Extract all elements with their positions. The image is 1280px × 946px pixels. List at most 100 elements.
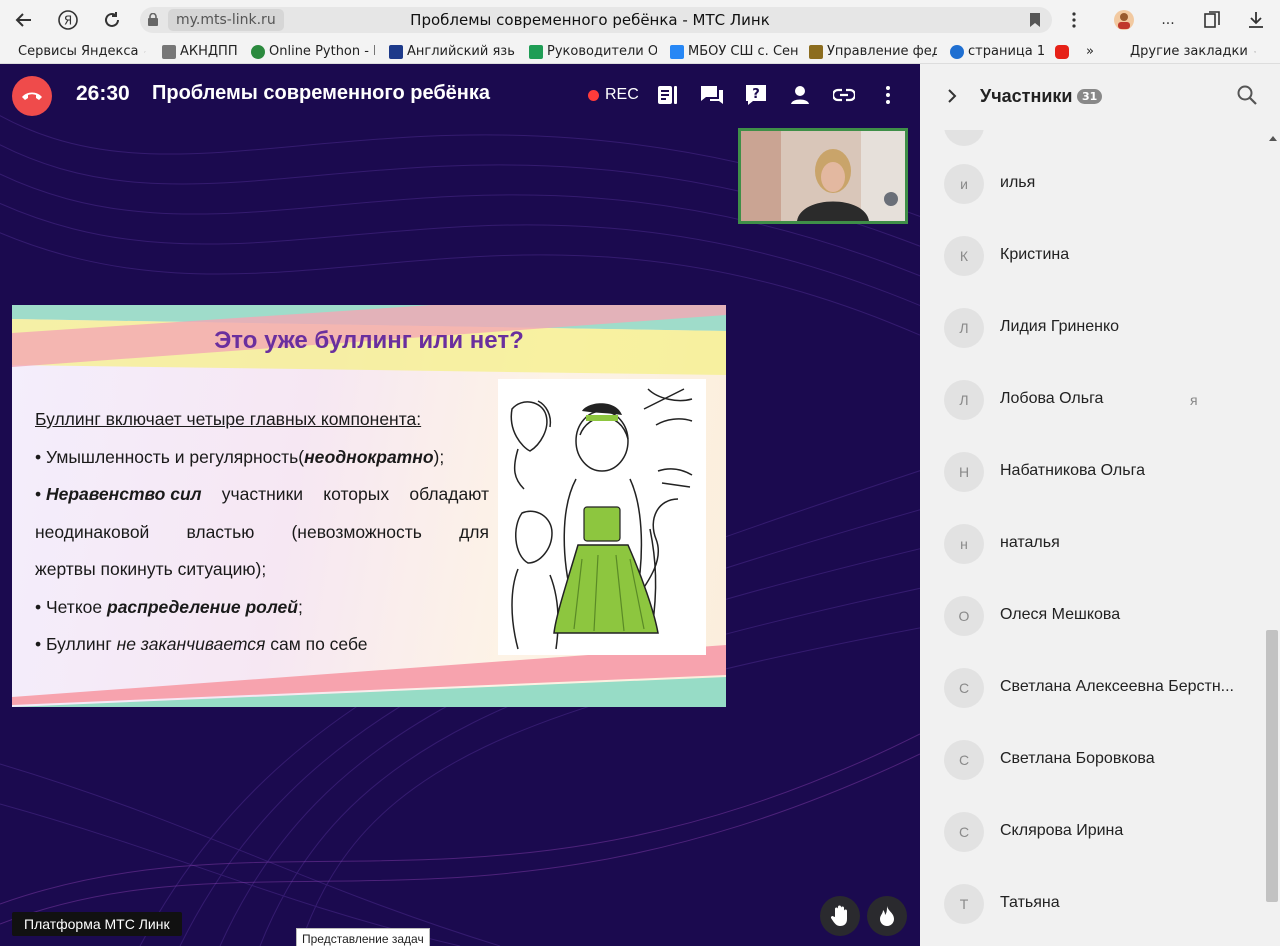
bullet-2-line-2: неодинаковой властью (невозможность для [35,514,489,552]
bookmark-yandex-services[interactable]: Сервисы Яндекса [18,43,146,61]
bookmark-managers[interactable]: Руководители ОС [529,43,657,61]
record-dot-icon [588,89,599,101]
speaker-video[interactable] [738,128,908,224]
presentation-slide: Это уже буллинг или нет? Буллинг включае… [12,305,726,707]
uk-flag-icon [389,45,403,59]
participant-count-badge: 31 [1077,89,1103,104]
other-bookmarks[interactable]: Другие закладки [1130,43,1256,61]
youtube-bookmark[interactable] [1055,43,1071,61]
vk-icon [670,45,684,59]
bullet-1-text: • Умышленность и регулярность( [35,446,305,467]
collections-button[interactable] [1200,8,1224,32]
participants-scrollbar[interactable] [1266,130,1280,946]
avatar [944,130,984,146]
recording-badge[interactable]: REC [588,86,639,104]
reload-button[interactable] [98,6,126,34]
participant-name: Лидия Гриненко [1000,318,1120,335]
reactions-button[interactable] [867,896,907,936]
questions-button[interactable]: ? [743,82,769,108]
lock-icon [148,13,158,26]
browser-menu-button[interactable] [1062,8,1086,32]
search-icon[interactable] [1236,84,1258,106]
bookmark-label: страница 18 [968,44,1044,59]
participant-name: Светлана Алексеевна Берстн... [1000,678,1234,695]
bookmark-akndpp[interactable]: АКНДПП [162,43,244,61]
list-item[interactable]: С Светлана Алексеевна Берстн... [920,652,1266,724]
chevron-right-icon[interactable] [944,86,960,106]
participant-name: наталья [1000,534,1060,551]
more-options-button[interactable] [875,82,901,108]
yandex-button[interactable]: Я [54,6,82,34]
bookmarks-overflow-button[interactable]: » [1086,43,1100,61]
chat-button[interactable] [699,82,725,108]
bullet-2-marker: • [35,484,46,504]
list-item[interactable]: Т Татьяна [920,868,1266,940]
reload-icon [105,12,119,27]
participant-name: Кристина [1000,246,1070,263]
list-item[interactable]: О Олеся Мешкова [920,580,1266,652]
session-timer: 26:30 [76,82,130,105]
bookmark-school[interactable]: МБОУ СШ с. Сенц [670,43,798,61]
bullet-2-word: для [459,521,489,542]
speaker-video-frame [741,131,905,221]
avatar-icon [1114,10,1134,30]
bullet-2-line-3: жертвы покинуть ситуацию); [35,559,267,579]
chat-icon [701,86,723,104]
bookmark-online-python[interactable]: Online Python - ID [251,43,375,61]
participants-list[interactable]: и илья К Кристина Л Лидия Гриненко Л Лоб… [920,130,1266,946]
raise-hand-button[interactable] [820,896,860,936]
list-item[interactable]: Л Лобова Ольга я [920,364,1266,436]
svg-text:?: ? [752,87,760,102]
bullet-1-emphasis: неоднократно [304,446,434,467]
illustration-drawing [510,388,693,650]
downloads-button[interactable] [1244,8,1268,32]
bookmark-label: АКНДПП [180,44,238,59]
bullet-2-word: (невозможность [291,521,422,542]
participant-name: илья [1000,174,1036,191]
bookmark-icon[interactable] [1030,13,1040,27]
scrollbar-thumb[interactable] [1266,630,1278,902]
bullet-2-word: обладают [409,484,489,504]
list-item[interactable]: С Светлана Боровкова [920,724,1266,796]
list-item[interactable]: Н Набатникова Ольга [920,436,1266,508]
bookmark-federal-office[interactable]: Управление феде [809,43,937,61]
avatar: С [944,668,984,708]
bullet-3-text: • Четкое [35,596,107,617]
bullet-1: • Умышленность и регулярность(неоднократ… [35,439,489,477]
avatar: Л [944,308,984,348]
more-extensions-button[interactable]: ... [1156,8,1180,32]
list-item[interactable]: К Кристина [920,220,1266,292]
bookmark-label: Сервисы Яндекса [18,44,139,59]
participant-name: Татьяна [1000,894,1060,911]
url-host[interactable]: my.mts-link.ru [168,9,284,31]
list-item[interactable]: С Склярова Ирина [920,796,1266,868]
bookmarks-bar: Сервисы Яндекса АКНДПП Online Python - I… [0,40,1280,64]
participants-button[interactable] [787,82,813,108]
profile-avatar-button[interactable] [1112,8,1136,32]
list-item[interactable]: и илья [920,148,1266,220]
bullet-2-emphasis: Неравенство сил [46,484,202,504]
participant-name: Лобова Ольга [1000,390,1104,407]
participant-name: Светлана Боровкова [1000,750,1155,767]
list-item[interactable]: н наталья [920,508,1266,580]
bullet-2-word: неодинаковой [35,521,150,542]
youtube-icon [1055,45,1069,59]
document-list-icon [658,86,677,104]
bookmark-page-18[interactable]: страница 18 [950,43,1044,61]
rec-label: REC [605,86,639,103]
address-bar[interactable]: my.mts-link.ru Проблемы современного реб… [140,7,1052,33]
avatar: С [944,740,984,780]
scroll-up-arrow-icon[interactable] [1269,136,1277,141]
back-button[interactable] [10,6,38,34]
participant-name: Набатникова Ольга [1000,462,1145,479]
hang-up-button[interactable] [12,76,52,116]
page-title: Проблемы современного ребёнка - МТС Линк [410,11,770,29]
chevron-down-icon [1253,51,1256,53]
list-item[interactable]: Л Лидия Гриненко [920,292,1266,364]
bookmark-english[interactable]: Английский язык [389,43,515,61]
share-link-button[interactable] [831,82,857,108]
agenda-button[interactable] [655,82,681,108]
slide-body: Буллинг включает четыре главных компонен… [35,401,489,664]
raise-hand-icon [830,905,847,926]
avatar: К [944,236,984,276]
